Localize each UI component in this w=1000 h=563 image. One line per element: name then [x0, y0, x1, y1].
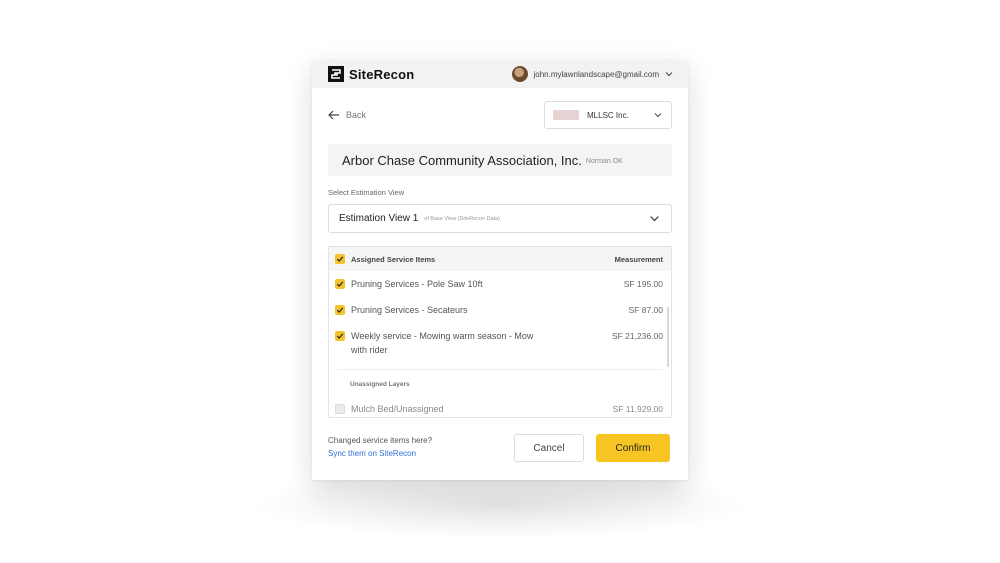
property-city: Norman OK	[585, 158, 623, 165]
nav-row: Back MLLSC Inc.	[328, 100, 672, 130]
item-name: Mulch Bed/Unassigned	[351, 404, 444, 414]
check-icon	[336, 333, 344, 339]
item-measurement: SF 195.00	[623, 279, 663, 289]
estimation-view-label: Select Estimation View	[328, 188, 405, 197]
check-icon	[336, 281, 344, 287]
assigned-items-heading: Assigned Service Items	[351, 254, 436, 264]
estimation-view-name: Estimation View 1	[339, 213, 419, 224]
service-items-list[interactable]: Assigned Service Items Measurement Pruni…	[328, 246, 672, 418]
item-checkbox[interactable]	[335, 305, 345, 315]
item-measurement: SF 11,929.00	[612, 404, 663, 414]
property-name: Arbor Chase Community Association, Inc.	[342, 152, 582, 168]
item-name: Pruning Services - Secateurs	[351, 305, 468, 315]
item-name: Pruning Services - Pole Saw 10ft	[351, 279, 483, 289]
select-all-checkbox[interactable]	[335, 254, 345, 264]
item-measurement: SF 87.00	[628, 305, 664, 315]
brand-name: SiteRecon	[349, 66, 415, 82]
card-shadow	[250, 470, 750, 540]
unassigned-layers-heading: Unassigned Layers	[350, 381, 410, 388]
user-menu[interactable]: john.mylawnlandscape@gmail.com	[512, 66, 674, 82]
siterecon-logo-icon	[328, 66, 344, 82]
chevron-down-icon	[665, 72, 673, 77]
chevron-down-icon	[654, 113, 662, 118]
back-button[interactable]: Back	[328, 110, 366, 120]
divider	[337, 369, 663, 370]
item-checkbox[interactable]	[335, 279, 345, 289]
company-logo	[553, 110, 579, 120]
scrollbar[interactable]	[667, 307, 669, 367]
estimation-view-select[interactable]: Estimation View 1 of Base View (SiteReco…	[328, 204, 672, 233]
check-icon	[336, 256, 344, 262]
dialog-footer: Changed service items here? Sync them on…	[328, 434, 672, 464]
changed-items-text: Changed service items here?	[328, 436, 433, 445]
list-item[interactable]: Pruning Services - Secateurs SF 87.00	[329, 303, 671, 317]
estimation-dialog: SiteRecon john.mylawnlandscape@gmail.com…	[312, 60, 688, 480]
chevron-down-icon	[650, 216, 659, 222]
cancel-button[interactable]: Cancel	[514, 434, 584, 462]
item-checkbox[interactable]	[335, 404, 345, 414]
estimation-view-subtitle: of Base View (SiteRecon Data)	[424, 215, 501, 222]
measurement-heading: Measurement	[614, 254, 663, 264]
property-banner: Arbor Chase Community Association, Inc. …	[328, 144, 672, 176]
item-name: Weekly service - Mowing warm season - Mo…	[351, 331, 534, 355]
confirm-button[interactable]: Confirm	[596, 434, 670, 462]
brand-logo[interactable]: SiteRecon	[328, 66, 414, 82]
user-email: john.mylawnlandscape@gmail.com	[533, 69, 659, 79]
list-item[interactable]: Weekly service - Mowing warm season - Mo…	[329, 329, 671, 357]
service-items-header: Assigned Service Items Measurement	[329, 247, 671, 271]
sync-link[interactable]: Sync them on SiteRecon	[328, 449, 416, 458]
item-checkbox[interactable]	[335, 331, 345, 341]
arrow-left-icon	[328, 110, 339, 120]
company-select[interactable]: MLLSC Inc.	[544, 101, 672, 129]
list-item[interactable]: Mulch Bed/Unassigned SF 11,929.00	[329, 402, 671, 416]
top-bar: SiteRecon john.mylawnlandscape@gmail.com	[312, 60, 688, 88]
list-item[interactable]: Pruning Services - Pole Saw 10ft SF 195.…	[329, 277, 671, 291]
check-icon	[336, 307, 344, 313]
back-label: Back	[346, 110, 367, 120]
item-measurement: SF 21,236.00	[611, 331, 663, 341]
company-name: MLLSC Inc.	[587, 110, 629, 120]
avatar	[512, 66, 529, 82]
